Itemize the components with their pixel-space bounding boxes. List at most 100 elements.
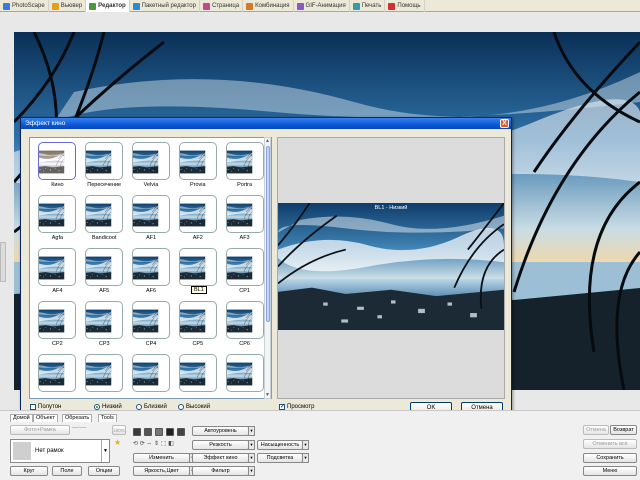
effect-item[interactable]: CP3 [81, 301, 128, 350]
effect-item[interactable] [221, 354, 268, 398]
effect-item[interactable] [174, 354, 221, 398]
tab-5[interactable]: Комбинация [243, 0, 294, 12]
tab-0[interactable]: PhotoScape [0, 0, 49, 12]
tab-6[interactable]: GIF-Анимация [294, 0, 350, 12]
effect-thumbnail[interactable] [38, 195, 77, 233]
tab-crop[interactable]: Обрезать [62, 414, 93, 422]
slider-icon[interactable]: —◦— [72, 425, 86, 431]
effect-item[interactable] [128, 354, 175, 398]
tool-icon[interactable] [144, 428, 152, 436]
tool-icon[interactable] [177, 428, 185, 436]
effect-thumbnail[interactable] [38, 354, 77, 392]
undo-button[interactable]: Отмена [583, 425, 609, 435]
change-button[interactable]: Изменить▼ [133, 453, 196, 463]
undo-all-button[interactable]: Отменить все [583, 439, 637, 449]
effect-item[interactable]: AF5 [81, 248, 128, 297]
effect-thumbnail[interactable] [38, 142, 77, 180]
effect-item[interactable]: CP1 [221, 248, 268, 297]
photo-frame-button[interactable]: Фото+Рамка [10, 425, 70, 435]
effect-item[interactable]: AF4 [34, 248, 81, 297]
redo-button[interactable]: Возврат [610, 425, 637, 435]
effect-thumbnail[interactable] [85, 354, 124, 392]
effect-item[interactable]: Пересечение [81, 142, 128, 191]
autolevel-button[interactable]: Автоуровень ▼ [192, 426, 255, 436]
effect-thumbnail[interactable] [178, 354, 217, 392]
effect-item[interactable] [34, 354, 81, 398]
effect-thumbnail[interactable] [225, 142, 264, 180]
effect-thumbnail[interactable] [131, 301, 170, 339]
effect-item[interactable]: Portra [221, 142, 268, 191]
chevron-down-icon[interactable]: ▼ [248, 466, 255, 476]
save-button[interactable]: Сохранить [583, 453, 637, 463]
tab-8[interactable]: Помощь [385, 0, 425, 12]
effect-item[interactable]: CP5 [174, 301, 221, 350]
effect-item[interactable]: Bandicoot [81, 195, 128, 244]
circle-button[interactable]: Круг [10, 466, 48, 476]
frame-select[interactable]: Нет рамок ▼ [10, 439, 110, 463]
effect-thumbnail[interactable] [178, 301, 217, 339]
tab-3[interactable]: Пакетный редактор [130, 0, 200, 12]
tab-home[interactable]: Домой [10, 414, 33, 422]
brightness-color-button[interactable]: Яркость,Цвет▼ [133, 466, 196, 476]
tool-icon[interactable] [155, 428, 163, 436]
effect-thumbnail[interactable] [131, 354, 170, 392]
tab-4[interactable]: Страница [200, 0, 244, 12]
tab-tools[interactable]: Tools [98, 414, 117, 422]
scroll-up-icon[interactable]: ▲ [265, 138, 270, 144]
rotate-icon[interactable]: ⟲ ⟳ ⇔ ⇕ ⬚ ◧ [133, 440, 174, 447]
tab-2[interactable]: Редактор [86, 0, 130, 12]
effect-thumbnail[interactable] [131, 195, 170, 233]
effect-item[interactable]: AF2 [174, 195, 221, 244]
effect-item[interactable] [81, 354, 128, 398]
chevron-down-icon[interactable]: ▼ [302, 453, 309, 463]
film-effect-button[interactable]: Эффект кино ▼ [192, 453, 255, 463]
effect-thumbnail[interactable] [85, 248, 124, 286]
effect-item[interactable]: CP2 [34, 301, 81, 350]
chevron-down-icon[interactable]: ▼ [248, 440, 255, 450]
sharpness-button[interactable]: Резкость ▼ [192, 440, 255, 450]
effect-thumbnail[interactable] [85, 195, 124, 233]
effect-thumbnail[interactable] [131, 142, 170, 180]
effect-item[interactable]: AF3 [221, 195, 268, 244]
field-button[interactable]: Поле [52, 466, 82, 476]
chevron-down-icon[interactable]: ▼ [248, 453, 255, 463]
effect-thumbnail[interactable] [38, 301, 77, 339]
scroll-down-icon[interactable]: ▼ [265, 392, 270, 398]
effect-thumbnail[interactable] [225, 248, 264, 286]
tab-7[interactable]: Печать [350, 0, 386, 12]
menu-button[interactable]: Меню [583, 466, 637, 476]
effect-item[interactable]: Кино [34, 142, 81, 191]
tool-icon[interactable] [166, 428, 174, 436]
effect-thumbnail[interactable] [85, 142, 124, 180]
effect-thumbnail[interactable] [178, 195, 217, 233]
effect-item[interactable]: AF6 [128, 248, 175, 297]
star-icon[interactable]: ★ [114, 438, 121, 447]
close-icon[interactable]: X [500, 119, 509, 128]
chevron-down-icon[interactable]: ▼ [101, 440, 109, 462]
effect-item[interactable]: Provia [174, 142, 221, 191]
effect-thumbnail[interactable] [85, 301, 124, 339]
effect-thumbnail[interactable] [178, 248, 217, 286]
effect-thumbnail[interactable] [178, 142, 217, 180]
tab-1[interactable]: Вьювер [49, 0, 87, 12]
tab-object[interactable]: Объект [33, 414, 58, 422]
effect-thumbnail[interactable] [225, 195, 264, 233]
backlight-button[interactable]: Подсветка ▼ [257, 453, 309, 463]
effect-item[interactable]: CP6 [221, 301, 268, 350]
effect-item[interactable]: Agfa [34, 195, 81, 244]
effect-thumbnail[interactable] [131, 248, 170, 286]
effect-thumbnail[interactable] [225, 354, 264, 392]
saturation-button[interactable]: Насыщенность ▼ [257, 440, 309, 450]
chevron-down-icon[interactable]: ▼ [302, 440, 309, 450]
scroll-thumb[interactable] [266, 146, 270, 322]
filter-button[interactable]: Фильтр ▼ [192, 466, 255, 476]
effect-item[interactable]: Velvia [128, 142, 175, 191]
grid-scrollbar[interactable]: ▲ ▼ [264, 137, 271, 399]
effect-item[interactable]: AF1 [128, 195, 175, 244]
options-button[interactable]: Опции [88, 466, 120, 476]
tool-icon[interactable] [133, 428, 141, 436]
chevron-down-icon[interactable]: ▼ [248, 426, 255, 436]
effect-item[interactable]: CP4 [128, 301, 175, 350]
effect-thumbnail[interactable] [38, 248, 77, 286]
side-panel-handle[interactable] [0, 242, 6, 282]
